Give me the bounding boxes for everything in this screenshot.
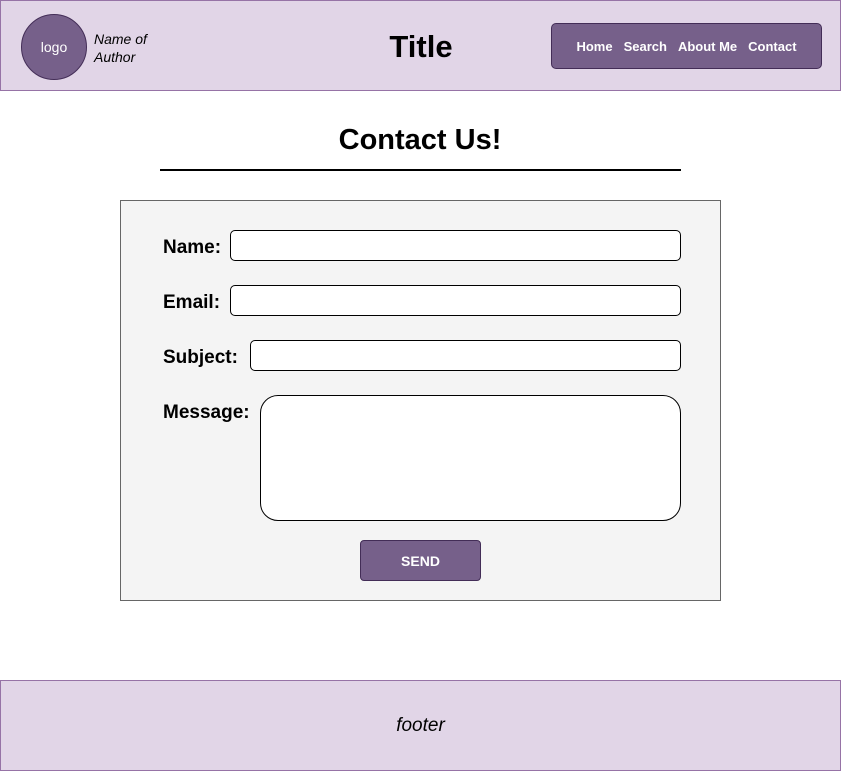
nav-about-link[interactable]: About Me: [678, 39, 737, 54]
logo[interactable]: logo: [21, 14, 87, 80]
site-footer: footer: [0, 680, 841, 771]
name-input[interactable]: [230, 230, 681, 261]
nav-home-link[interactable]: Home: [576, 39, 612, 54]
site-title: Title: [389, 29, 453, 64]
author-name: Name of Author: [94, 31, 147, 65]
nav-bar: Home Search About Me Contact: [551, 23, 822, 69]
subject-input[interactable]: [250, 340, 681, 371]
heading-divider: [160, 169, 681, 171]
message-label: Message:: [163, 402, 250, 423]
site-header: logo Name of Author Title Home Search Ab…: [0, 0, 841, 91]
nav-contact-link[interactable]: Contact: [748, 39, 796, 54]
send-button[interactable]: SEND: [360, 540, 481, 581]
email-label: Email:: [163, 292, 221, 313]
page-heading: Contact Us!: [338, 124, 502, 156]
nav-search-link[interactable]: Search: [624, 39, 667, 54]
footer-text: footer: [396, 714, 445, 736]
email-input[interactable]: [230, 285, 681, 316]
name-label: Name:: [163, 237, 222, 258]
message-textarea[interactable]: [260, 395, 681, 521]
contact-form: Name: Email: Subject: Message: SEND: [120, 200, 721, 601]
subject-label: Subject:: [163, 347, 238, 368]
